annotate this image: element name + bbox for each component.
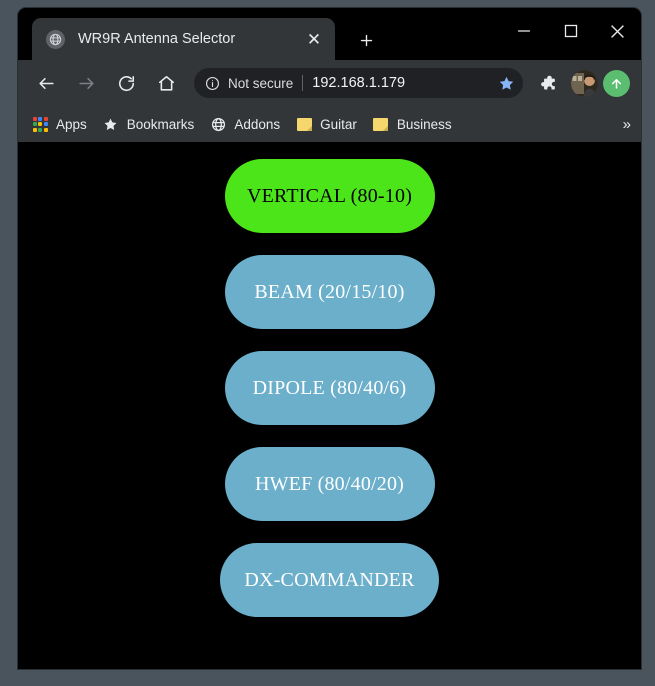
- bookmarks-bar: Apps Bookmarks Addons Guitar Business »: [18, 106, 641, 142]
- star-filled-icon[interactable]: [493, 70, 519, 96]
- antenna-button-dipole[interactable]: DIPOLE (80/40/6): [224, 351, 435, 425]
- antenna-button-hwef[interactable]: HWEF (80/40/20): [224, 447, 435, 521]
- antenna-button-dx-commander[interactable]: DX-COMMANDER: [220, 543, 439, 617]
- window-controls: [500, 8, 641, 54]
- bookmark-label: Guitar: [320, 116, 357, 132]
- bookmark-label: Business: [396, 116, 452, 132]
- bookmark-label: Apps: [56, 116, 87, 132]
- bookmarks-overflow-button[interactable]: »: [623, 116, 631, 133]
- bookmark-item-bookmarks[interactable]: Bookmarks: [95, 111, 203, 137]
- bookmark-label: Addons: [234, 116, 281, 132]
- browser-tab-active[interactable]: WR9R Antenna Selector ✕: [32, 18, 335, 60]
- bookmark-item-apps[interactable]: Apps: [24, 111, 95, 137]
- globe-icon: [46, 29, 65, 49]
- new-tab-button[interactable]: [350, 25, 382, 55]
- forward-button[interactable]: [71, 68, 101, 98]
- url-text[interactable]: 192.168.1.179: [312, 75, 493, 91]
- desktop-background: WR9R Antenna Selector ✕ Not secure 192.1…: [0, 0, 655, 686]
- back-button[interactable]: [31, 68, 61, 98]
- antenna-button-beam[interactable]: BEAM (20/15/10): [224, 255, 435, 329]
- tab-title: WR9R Antenna Selector: [78, 31, 236, 47]
- maximize-button[interactable]: [547, 8, 594, 54]
- bookmark-item-addons[interactable]: Addons: [202, 111, 288, 137]
- reload-button[interactable]: [111, 68, 141, 98]
- minimize-button[interactable]: [500, 8, 547, 54]
- browser-toolbar: Not secure 192.168.1.179: [18, 60, 641, 106]
- security-status-text: Not secure: [228, 75, 294, 91]
- browser-window: WR9R Antenna Selector ✕ Not secure 192.1…: [18, 8, 641, 669]
- tab-close-icon[interactable]: ✕: [301, 26, 327, 52]
- tab-strip: WR9R Antenna Selector ✕: [18, 8, 641, 60]
- folder-icon: [373, 116, 389, 132]
- antenna-button-vertical[interactable]: VERTICAL (80-10): [224, 159, 435, 233]
- bookmark-item-business[interactable]: Business: [365, 111, 460, 137]
- avatar[interactable]: [571, 69, 598, 97]
- close-button[interactable]: [594, 8, 641, 54]
- update-button[interactable]: [603, 69, 630, 97]
- info-circle-icon[interactable]: [203, 74, 221, 92]
- address-bar[interactable]: Not secure 192.168.1.179: [194, 68, 523, 98]
- globe-icon: [210, 116, 226, 132]
- extensions-icon[interactable]: [533, 68, 563, 98]
- bookmark-label: Bookmarks: [126, 116, 195, 132]
- folder-icon: [296, 116, 312, 132]
- bookmark-item-guitar[interactable]: Guitar: [288, 111, 365, 137]
- home-button[interactable]: [151, 68, 181, 98]
- star-icon: [103, 116, 119, 132]
- page-content: VERTICAL (80-10) BEAM (20/15/10) DIPOLE …: [18, 142, 641, 669]
- apps-grid-icon: [32, 116, 48, 132]
- omnibox-divider: [302, 75, 304, 91]
